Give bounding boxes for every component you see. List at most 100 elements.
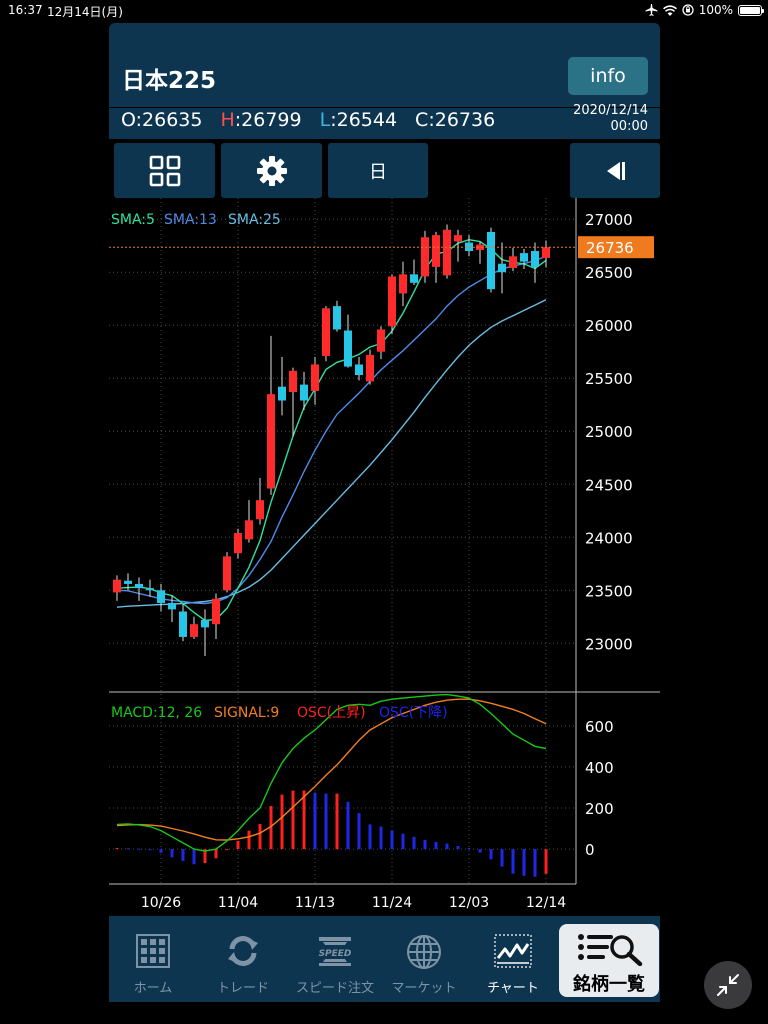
- stock-list-label: 銘柄一覧: [573, 974, 645, 995]
- osc-bar: [159, 849, 163, 853]
- nav-chart-label: チャート: [487, 981, 539, 996]
- nav-speed-order[interactable]: SPEED スピード注文: [289, 916, 381, 1002]
- price-tick-label: 27000: [585, 211, 633, 229]
- legend-sma25: SMA:25: [228, 212, 281, 228]
- candle-body: [223, 556, 231, 591]
- osc-bar: [115, 848, 119, 850]
- macd-legend-item: OSC(上昇): [297, 705, 366, 721]
- osc-bar: [236, 840, 240, 850]
- osc-bar: [533, 849, 537, 877]
- osc-bar: [401, 833, 405, 850]
- info-button[interactable]: info: [568, 57, 648, 95]
- collapse-panel-button[interactable]: [570, 143, 660, 198]
- candle-body: [421, 237, 429, 277]
- candle-body: [256, 500, 264, 520]
- macd-legend-item: MACD:12, 26: [111, 705, 202, 721]
- osc-bar: [500, 849, 504, 867]
- osc-bar: [258, 824, 262, 850]
- candle-body: [124, 580, 132, 584]
- candle-body: [190, 624, 198, 637]
- chart-canvas[interactable]: 10/26 11/04 11/13 11/24 12/03 12/14 27000 26500…: [109, 198, 660, 916]
- status-bar: 16:37 12月14日(月) 100%: [0, 0, 768, 20]
- osc-bar: [225, 849, 229, 851]
- price-tick-label: 25500: [585, 370, 633, 388]
- osc-bar: [137, 848, 141, 850]
- fullscreen-toggle-button[interactable]: [704, 961, 752, 1009]
- candle-body: [344, 330, 352, 367]
- candle-body: [113, 579, 121, 593]
- candle-body: [179, 611, 187, 637]
- osc-bar: [181, 849, 185, 861]
- osc-bar: [467, 848, 471, 850]
- sma25-line: [116, 299, 547, 608]
- osc-bar: [434, 841, 438, 850]
- airplane-icon: [645, 4, 658, 16]
- osc-bar: [544, 849, 548, 874]
- layout-button[interactable]: [114, 143, 215, 198]
- price-tick-label: 23500: [585, 582, 633, 600]
- wifi-icon: [662, 4, 677, 16]
- status-date: 12月14日(月): [47, 5, 123, 19]
- price-tick-label: 26500: [585, 264, 633, 282]
- period-button[interactable]: 日: [328, 143, 428, 198]
- osc-bar: [247, 830, 251, 850]
- osc-bar: [379, 826, 383, 850]
- osc-bar: [511, 849, 515, 874]
- candle-body: [443, 229, 451, 276]
- osc-bar: [489, 849, 493, 860]
- chart-icon: [494, 934, 532, 968]
- candle-body: [322, 308, 330, 356]
- x-tick-label: 11/24: [372, 895, 412, 911]
- osc-bar: [192, 849, 196, 865]
- candle-body: [487, 231, 495, 290]
- nav-trade-label: トレード: [216, 981, 269, 996]
- nav-trade[interactable]: トレード: [197, 916, 289, 1002]
- nav-chart[interactable]: チャート: [467, 916, 559, 1002]
- macd-legend-item: OSC(下降): [379, 705, 448, 721]
- candle-body: [531, 251, 539, 267]
- nav-market[interactable]: マーケット: [381, 916, 467, 1002]
- x-tick-label: 10/26: [141, 895, 181, 911]
- legend-sma13: SMA:13: [164, 212, 217, 228]
- price-tick-label: 24500: [585, 476, 633, 494]
- osc-bar: [335, 793, 339, 850]
- nav-speed-order-label: スピード注文: [295, 981, 374, 996]
- candle-body: [377, 329, 385, 352]
- osc-bar: [412, 836, 416, 850]
- x-tick-label: 11/13: [295, 895, 335, 911]
- candle-body: [146, 588, 154, 591]
- candle-body: [245, 520, 253, 540]
- osc-bar: [170, 849, 174, 858]
- price-tick-label: 23000: [585, 635, 633, 653]
- macd-tick-label: 0: [585, 841, 595, 859]
- price-tick-label: 25000: [585, 423, 633, 441]
- settings-button[interactable]: [221, 143, 322, 198]
- osc-bar: [445, 843, 449, 850]
- candle-body: [300, 384, 308, 401]
- candle-body: [432, 235, 440, 267]
- stock-list-button[interactable]: 銘柄一覧: [559, 924, 659, 997]
- price-tick-label: 26000: [585, 317, 633, 335]
- candle-body: [410, 274, 418, 283]
- candle-body: [168, 603, 176, 610]
- ohlc-open: O:26635: [121, 109, 203, 131]
- bar-date: 2020/12/14: [573, 103, 648, 118]
- macd-tick-label: 400: [585, 759, 614, 777]
- candle-body: [520, 253, 528, 262]
- osc-bar: [126, 848, 130, 850]
- instrument-header: 日本225 info O:26635 H:26799 L:26544 C:267…: [109, 23, 660, 139]
- x-tick-label: 12/14: [526, 895, 566, 911]
- x-tick-label: 11/04: [218, 895, 258, 911]
- sma13-line: [116, 255, 547, 605]
- candle-body: [399, 274, 407, 294]
- osc-bar: [148, 849, 152, 851]
- nav-home-label: ホーム: [133, 981, 173, 996]
- ohlc-close: C:26736: [415, 109, 496, 131]
- osc-bar: [302, 790, 306, 850]
- price-tick-label: 24000: [585, 529, 633, 547]
- osc-bar: [291, 790, 295, 850]
- grid-icon: [136, 934, 170, 968]
- orientation-lock-icon: [682, 4, 694, 16]
- candle-body: [135, 583, 143, 589]
- nav-home[interactable]: ホーム: [109, 916, 197, 1002]
